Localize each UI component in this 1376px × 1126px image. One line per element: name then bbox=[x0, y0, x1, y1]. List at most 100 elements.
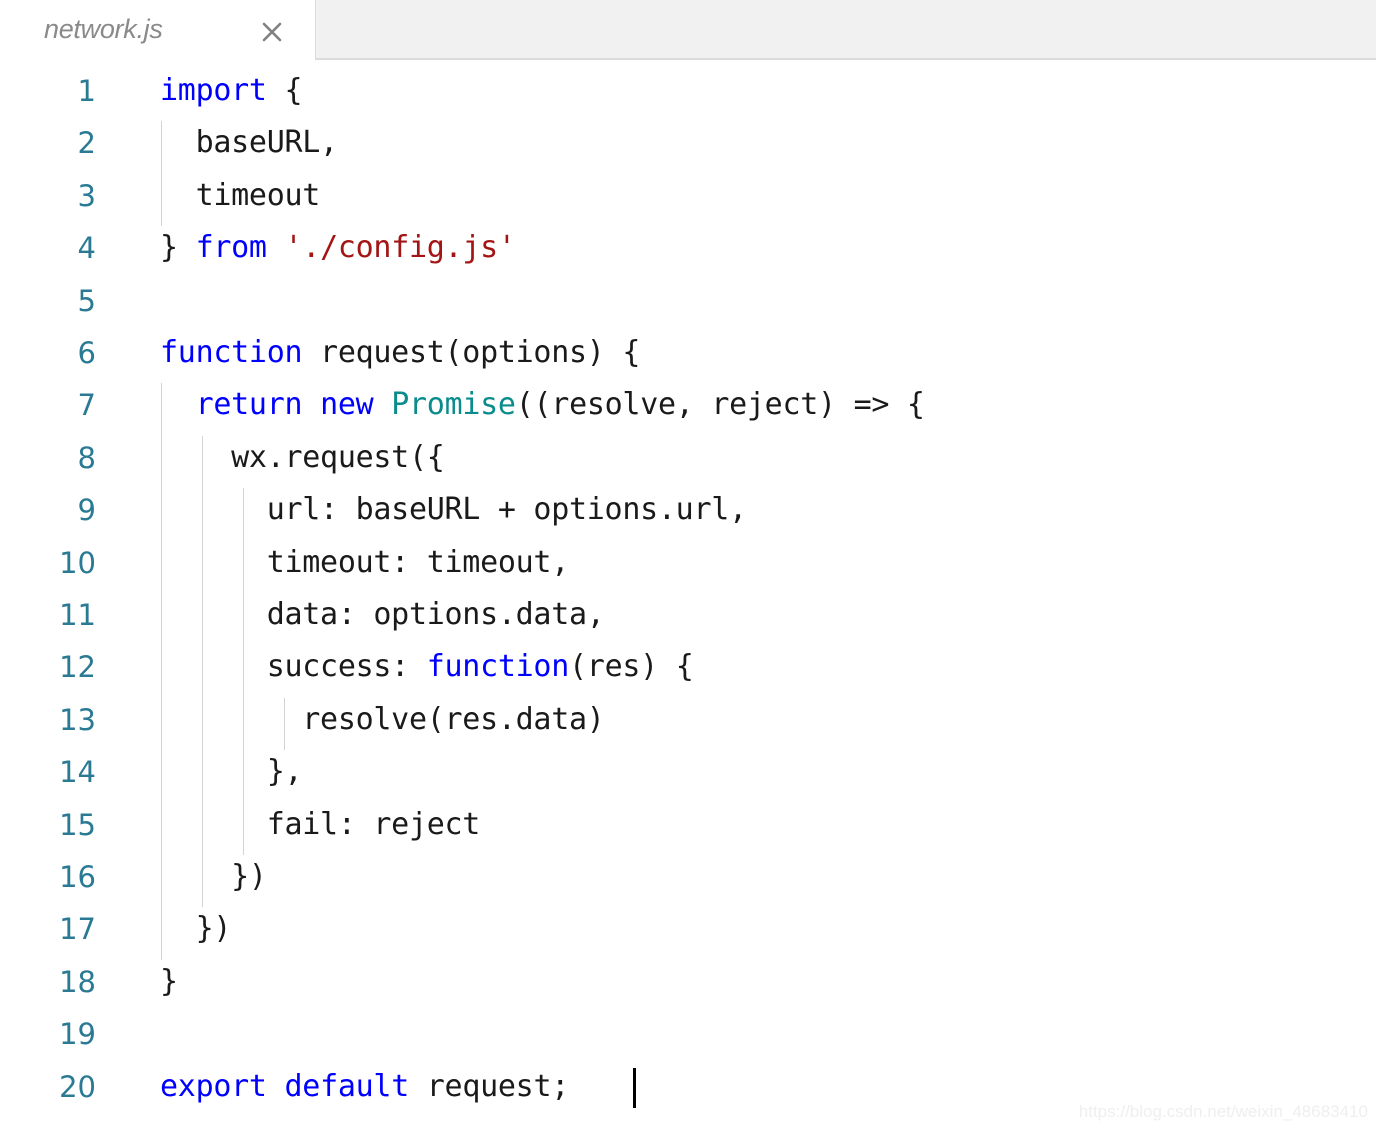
code-token: new bbox=[320, 387, 374, 423]
line-content[interactable]: function request(options) { bbox=[160, 327, 640, 379]
line-content[interactable]: }, bbox=[160, 746, 303, 798]
code-token: import bbox=[160, 73, 267, 108]
line-number: 19 bbox=[59, 1017, 96, 1052]
code-token: }, bbox=[160, 754, 303, 790]
code-editor[interactable]: 1 import {2 baseURL, 3 timeout 4} from './c… bbox=[0, 61, 1376, 1126]
line-number: 18 bbox=[59, 964, 96, 999]
line-number: 12 bbox=[59, 650, 96, 685]
line-number: 17 bbox=[59, 912, 96, 947]
line-number: 7 bbox=[77, 388, 96, 423]
code-token: (res) { bbox=[569, 649, 694, 685]
code-line[interactable]: 6 function request(options) { bbox=[0, 327, 1376, 379]
line-content[interactable]: success: function(res) { bbox=[160, 641, 694, 693]
code-token: } bbox=[160, 230, 196, 266]
code-token: fail: reject bbox=[160, 806, 481, 842]
line-number: 9 bbox=[77, 493, 96, 528]
line-number: 14 bbox=[59, 755, 96, 790]
line-number: 2 bbox=[77, 126, 96, 161]
line-content[interactable]: export default request; bbox=[160, 1061, 569, 1113]
code-line[interactable]: 10 timeout: timeout, bbox=[0, 537, 1376, 589]
code-token: url: baseURL + options.url, bbox=[160, 492, 747, 528]
line-content[interactable]: baseURL, bbox=[160, 117, 339, 169]
code-token: export bbox=[160, 1068, 267, 1104]
code-line[interactable]: 7 return new Promise((resolve, reject) =… bbox=[0, 379, 1376, 431]
line-content[interactable]: timeout: timeout, bbox=[160, 537, 570, 589]
code-line[interactable]: 1 import { bbox=[0, 65, 1376, 117]
code-token: request; bbox=[408, 1068, 570, 1104]
code-token: }) bbox=[160, 859, 267, 894]
code-token: { bbox=[266, 73, 303, 108]
tab-title: network.js bbox=[44, 14, 163, 44]
code-line[interactable]: 4} from './config.js' bbox=[0, 222, 1376, 274]
code-line[interactable]: 13 resolve(res.data) bbox=[0, 694, 1376, 746]
code-line[interactable]: 9 url: baseURL + options.url, bbox=[0, 484, 1376, 536]
code-line[interactable]: 3 timeout bbox=[0, 170, 1376, 222]
code-token: './config.js' bbox=[284, 230, 516, 266]
code-token: request(options) { bbox=[302, 335, 641, 370]
code-line[interactable]: 18} bbox=[0, 956, 1376, 1008]
code-line[interactable]: 14 }, bbox=[0, 746, 1376, 798]
line-content[interactable]: import { bbox=[160, 65, 303, 117]
code-line[interactable]: 17 }) bbox=[0, 903, 1376, 955]
line-content[interactable]: wx.request({ bbox=[160, 432, 445, 484]
line-number: 11 bbox=[59, 598, 96, 632]
code-token: timeout bbox=[160, 177, 321, 213]
line-content[interactable]: resolve(res.data) bbox=[160, 694, 605, 746]
line-content[interactable]: fail: reject bbox=[160, 799, 481, 851]
tab-bar-empty-area bbox=[315, 0, 1376, 60]
code-token: timeout: timeout, bbox=[160, 544, 570, 580]
code-line[interactable]: 11 data: options.data, bbox=[0, 589, 1376, 641]
code-token: function bbox=[160, 335, 303, 370]
code-token: baseURL, bbox=[160, 125, 339, 161]
code-token: } bbox=[160, 963, 178, 999]
code-line[interactable]: 19 bbox=[0, 1008, 1376, 1060]
line-number: 5 bbox=[77, 283, 96, 318]
code-line[interactable]: 15 fail: reject bbox=[0, 799, 1376, 851]
code-line[interactable]: 5 bbox=[0, 275, 1376, 327]
code-token: Promise bbox=[391, 387, 516, 423]
tab-bar: network.js bbox=[0, 0, 1376, 61]
line-number: 10 bbox=[59, 545, 96, 580]
code-token: function bbox=[426, 649, 570, 685]
code-token: from bbox=[195, 230, 267, 266]
code-token: data: options.data, bbox=[160, 597, 605, 632]
line-number: 8 bbox=[77, 440, 96, 475]
code-token: return bbox=[195, 387, 303, 423]
line-content[interactable]: } from './config.js' bbox=[160, 222, 516, 274]
code-line[interactable]: 12 success: function(res) { bbox=[0, 641, 1376, 693]
line-number: 1 bbox=[77, 74, 96, 108]
line-content[interactable]: } bbox=[160, 956, 178, 1008]
code-token: success: bbox=[160, 649, 427, 685]
line-content[interactable]: }) bbox=[160, 851, 267, 903]
line-number: 20 bbox=[59, 1069, 96, 1104]
line-number: 13 bbox=[59, 702, 96, 737]
line-content[interactable]: url: baseURL + options.url, bbox=[160, 484, 747, 536]
line-content[interactable]: }) bbox=[160, 903, 232, 955]
line-content[interactable]: data: options.data, bbox=[160, 589, 605, 641]
line-number: 6 bbox=[77, 336, 96, 370]
code-line[interactable]: 8 wx.request({ bbox=[0, 432, 1376, 484]
code-token: wx.request({ bbox=[160, 439, 445, 475]
code-token: default bbox=[284, 1068, 410, 1104]
close-icon[interactable] bbox=[256, 16, 288, 48]
code-line[interactable]: 2 baseURL, bbox=[0, 117, 1376, 169]
line-number: 15 bbox=[59, 807, 96, 842]
watermark-text: https://blog.csdn.net/weixin_48683410 bbox=[1078, 1102, 1368, 1121]
code-token: }) bbox=[160, 911, 232, 947]
code-token: ((resolve, reject) => { bbox=[515, 387, 925, 423]
text-cursor bbox=[633, 1067, 637, 1108]
line-number: 16 bbox=[59, 860, 96, 894]
code-line[interactable]: 16 }) bbox=[0, 851, 1376, 903]
line-number: 3 bbox=[77, 178, 96, 213]
line-content[interactable]: return new Promise((resolve, reject) => … bbox=[160, 379, 925, 431]
code-token: resolve(res.data) bbox=[160, 701, 605, 737]
line-number: 4 bbox=[77, 231, 96, 266]
code-lines-container[interactable]: 1 import {2 baseURL, 3 timeout 4} from './c… bbox=[0, 61, 1376, 1126]
editor-tab-network-js[interactable]: network.js bbox=[0, 0, 315, 61]
line-content[interactable]: timeout bbox=[160, 170, 321, 222]
